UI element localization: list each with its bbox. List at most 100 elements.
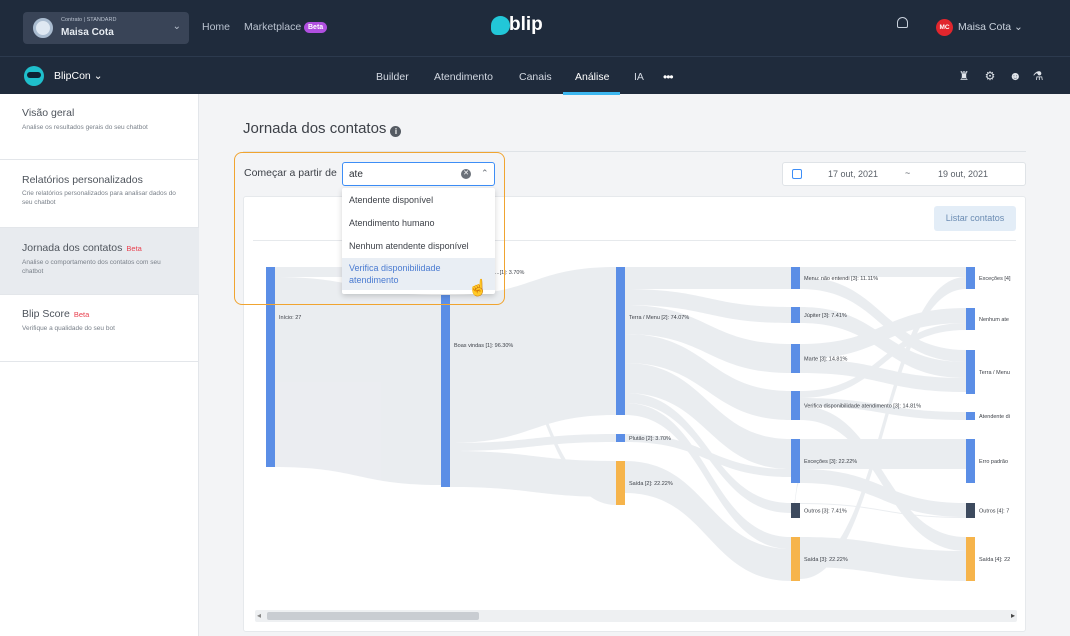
sankey-node[interactable]: [616, 461, 625, 505]
user-menu[interactable]: Maisa Cota ⌄: [958, 21, 1023, 33]
dropdown-option[interactable]: Atendimento humano: [342, 217, 495, 229]
sankey-node-label: Júpiter [3]: 7.41%: [804, 313, 847, 319]
clear-icon[interactable]: ✕: [461, 169, 471, 179]
bot-name: BlipCon: [54, 70, 91, 82]
sankey-node[interactable]: [791, 537, 800, 581]
sankey-node-label: Plutão [2]: 3.70%: [629, 436, 671, 442]
account-name: Maisa Cota: [61, 27, 114, 38]
sankey-node[interactable]: [966, 308, 975, 330]
sankey-node[interactable]: [266, 267, 275, 467]
dropdown-option[interactable]: Nenhum atendente disponível: [342, 240, 495, 252]
tab-canais[interactable]: Canais: [519, 71, 552, 83]
tab-atendimento[interactable]: Atendimento: [434, 71, 493, 83]
logo-text: blip: [509, 14, 543, 35]
sidebar-item-title: Visão geral: [22, 107, 75, 119]
account-switcher[interactable]: Contrato | STANDARD Maisa Cota ⌄: [23, 12, 189, 44]
nav-home[interactable]: Home: [202, 21, 230, 33]
puzzle-icon[interactable]: ♜: [958, 70, 970, 82]
scroll-thumb[interactable]: [267, 612, 479, 620]
sankey-node[interactable]: [966, 503, 975, 518]
user-avatar[interactable]: MC: [936, 19, 953, 36]
chevron-down-icon: ⌄: [172, 21, 181, 32]
sankey-node[interactable]: [791, 344, 800, 373]
sankey-node[interactable]: [966, 537, 975, 581]
sankey-node-label: Início: 27: [279, 315, 301, 321]
sidebar-item-title: Blip Score Beta: [22, 308, 89, 320]
bot-selector[interactable]: BlipCon ⌄: [54, 70, 103, 82]
tab-ia[interactable]: IA: [634, 71, 644, 83]
date-separator: ~: [905, 168, 911, 178]
start-node-select[interactable]: ✕ ⌃: [342, 162, 495, 186]
sankey-node-label: Erro padrão: [979, 459, 1008, 465]
sidebar-item-desc: Analise os resultados gerais do seu chat…: [22, 124, 148, 131]
sankey-node-label: ...[1]: 3.70%: [495, 270, 524, 276]
start-from-label: Começar a partir de: [244, 167, 337, 179]
sankey-node[interactable]: [791, 439, 800, 483]
sankey-node[interactable]: [791, 391, 800, 420]
sankey-node-label: Saída [2]: 22.22%: [629, 481, 673, 487]
account-plan: Contrato | STANDARD: [61, 17, 117, 23]
sidebar-item-relatorios[interactable]: Relatórios personalizados Crie relatório…: [0, 160, 199, 228]
sankey-link[interactable]: [275, 277, 441, 485]
info-icon[interactable]: i: [390, 126, 402, 137]
sankey-node[interactable]: [791, 503, 800, 518]
sidebar-item-jornada[interactable]: Jornada dos contatos Beta Analise o compo…: [0, 228, 199, 295]
flask-icon[interactable]: ⚗: [1032, 70, 1044, 82]
horizontal-scrollbar[interactable]: ◂ ▸: [255, 610, 1017, 622]
analysis-sidebar: Visão geral Analise os resultados gerais…: [0, 94, 199, 636]
sankey-node-label: Saída [4]: 22: [979, 557, 1010, 563]
user-name: Maisa Cota: [958, 21, 1012, 33]
sankey-node[interactable]: [441, 295, 450, 487]
sankey-node-label: Exceções [4]: [979, 276, 1011, 282]
date-range-picker[interactable]: 17 out, 2021 ~ 19 out, 2021: [782, 162, 1026, 186]
blip-logo-icon: [491, 16, 510, 35]
scroll-left-arrow[interactable]: ◂: [257, 611, 261, 620]
sankey-node[interactable]: [966, 350, 975, 394]
sankey-node-label: Terra / Menu [2]: 74.07%: [629, 315, 689, 321]
gear-icon[interactable]: ⚙: [984, 70, 996, 82]
sidebar-item-desc: Analise o comportamento dos contatos com…: [22, 259, 161, 275]
sankey-node[interactable]: [966, 412, 975, 420]
hand-cursor-icon: ☝: [468, 280, 488, 297]
active-tab-indicator: [563, 92, 620, 95]
sankey-node[interactable]: [966, 439, 975, 483]
sidebar-item-desc: Crie relatórios personalizados para anal…: [22, 190, 176, 206]
tab-analise[interactable]: Análise: [575, 71, 609, 83]
sidebar-item-blip-score[interactable]: Blip Score Beta Verifique a qualidade do …: [0, 295, 199, 362]
sankey-node-label: Boas vindas [1]: 96.30%: [454, 343, 513, 349]
date-to: 19 out, 2021: [938, 169, 989, 179]
scroll-right-arrow[interactable]: ▸: [1011, 611, 1015, 620]
sankey-node[interactable]: [791, 267, 800, 289]
sankey-node-label: Saída [3]: 22.22%: [804, 557, 848, 563]
start-node-search-input[interactable]: [349, 167, 449, 181]
chevron-up-icon[interactable]: ⌃: [481, 168, 489, 179]
sankey-node-label: Terra / Menu: [979, 370, 1010, 376]
sankey-node[interactable]: [966, 267, 975, 289]
more-tabs-button[interactable]: •••: [663, 70, 674, 84]
bot-navigation-bar: BlipCon ⌄ Builder Atendimento Canais Aná…: [0, 56, 1070, 95]
sidebar-item-title: Relatórios personalizados: [22, 174, 143, 186]
nav-marketplace[interactable]: Marketplace: [244, 21, 301, 33]
divider: [243, 151, 1026, 152]
top-bar: Contrato | STANDARD Maisa Cota ⌄ Home Ma…: [0, 0, 1070, 56]
date-from: 17 out, 2021: [828, 169, 879, 179]
sankey-link[interactable]: [625, 267, 791, 289]
dropdown-option[interactable]: Atendente disponível: [342, 194, 495, 206]
sidebar-title-text: Jornada dos contatos: [22, 242, 123, 254]
bot-avatar[interactable]: [24, 66, 44, 86]
page-title: Jornada dos contatos i: [243, 120, 402, 137]
team-icon[interactable]: ☻: [1009, 70, 1022, 82]
beta-badge: Beta: [73, 310, 90, 319]
sankey-node-label: Exceções [3]: 22.22%: [804, 459, 857, 465]
bell-icon[interactable]: [897, 17, 908, 28]
sidebar-item-visao-geral[interactable]: Visão geral Analise os resultados gerais…: [0, 94, 199, 160]
beta-badge: Beta: [126, 244, 142, 253]
tab-builder[interactable]: Builder: [376, 71, 409, 83]
sankey-node[interactable]: [791, 307, 800, 323]
sidebar-item-desc: Verifique a qualidade do seu bot: [22, 325, 115, 332]
sankey-node[interactable]: [616, 434, 625, 442]
page-title-text: Jornada dos contatos: [243, 120, 387, 137]
chevron-down-icon: ⌄: [1014, 21, 1023, 33]
sankey-node-label: Outros [3]: 7.41%: [804, 509, 847, 515]
sankey-node[interactable]: [616, 267, 625, 415]
